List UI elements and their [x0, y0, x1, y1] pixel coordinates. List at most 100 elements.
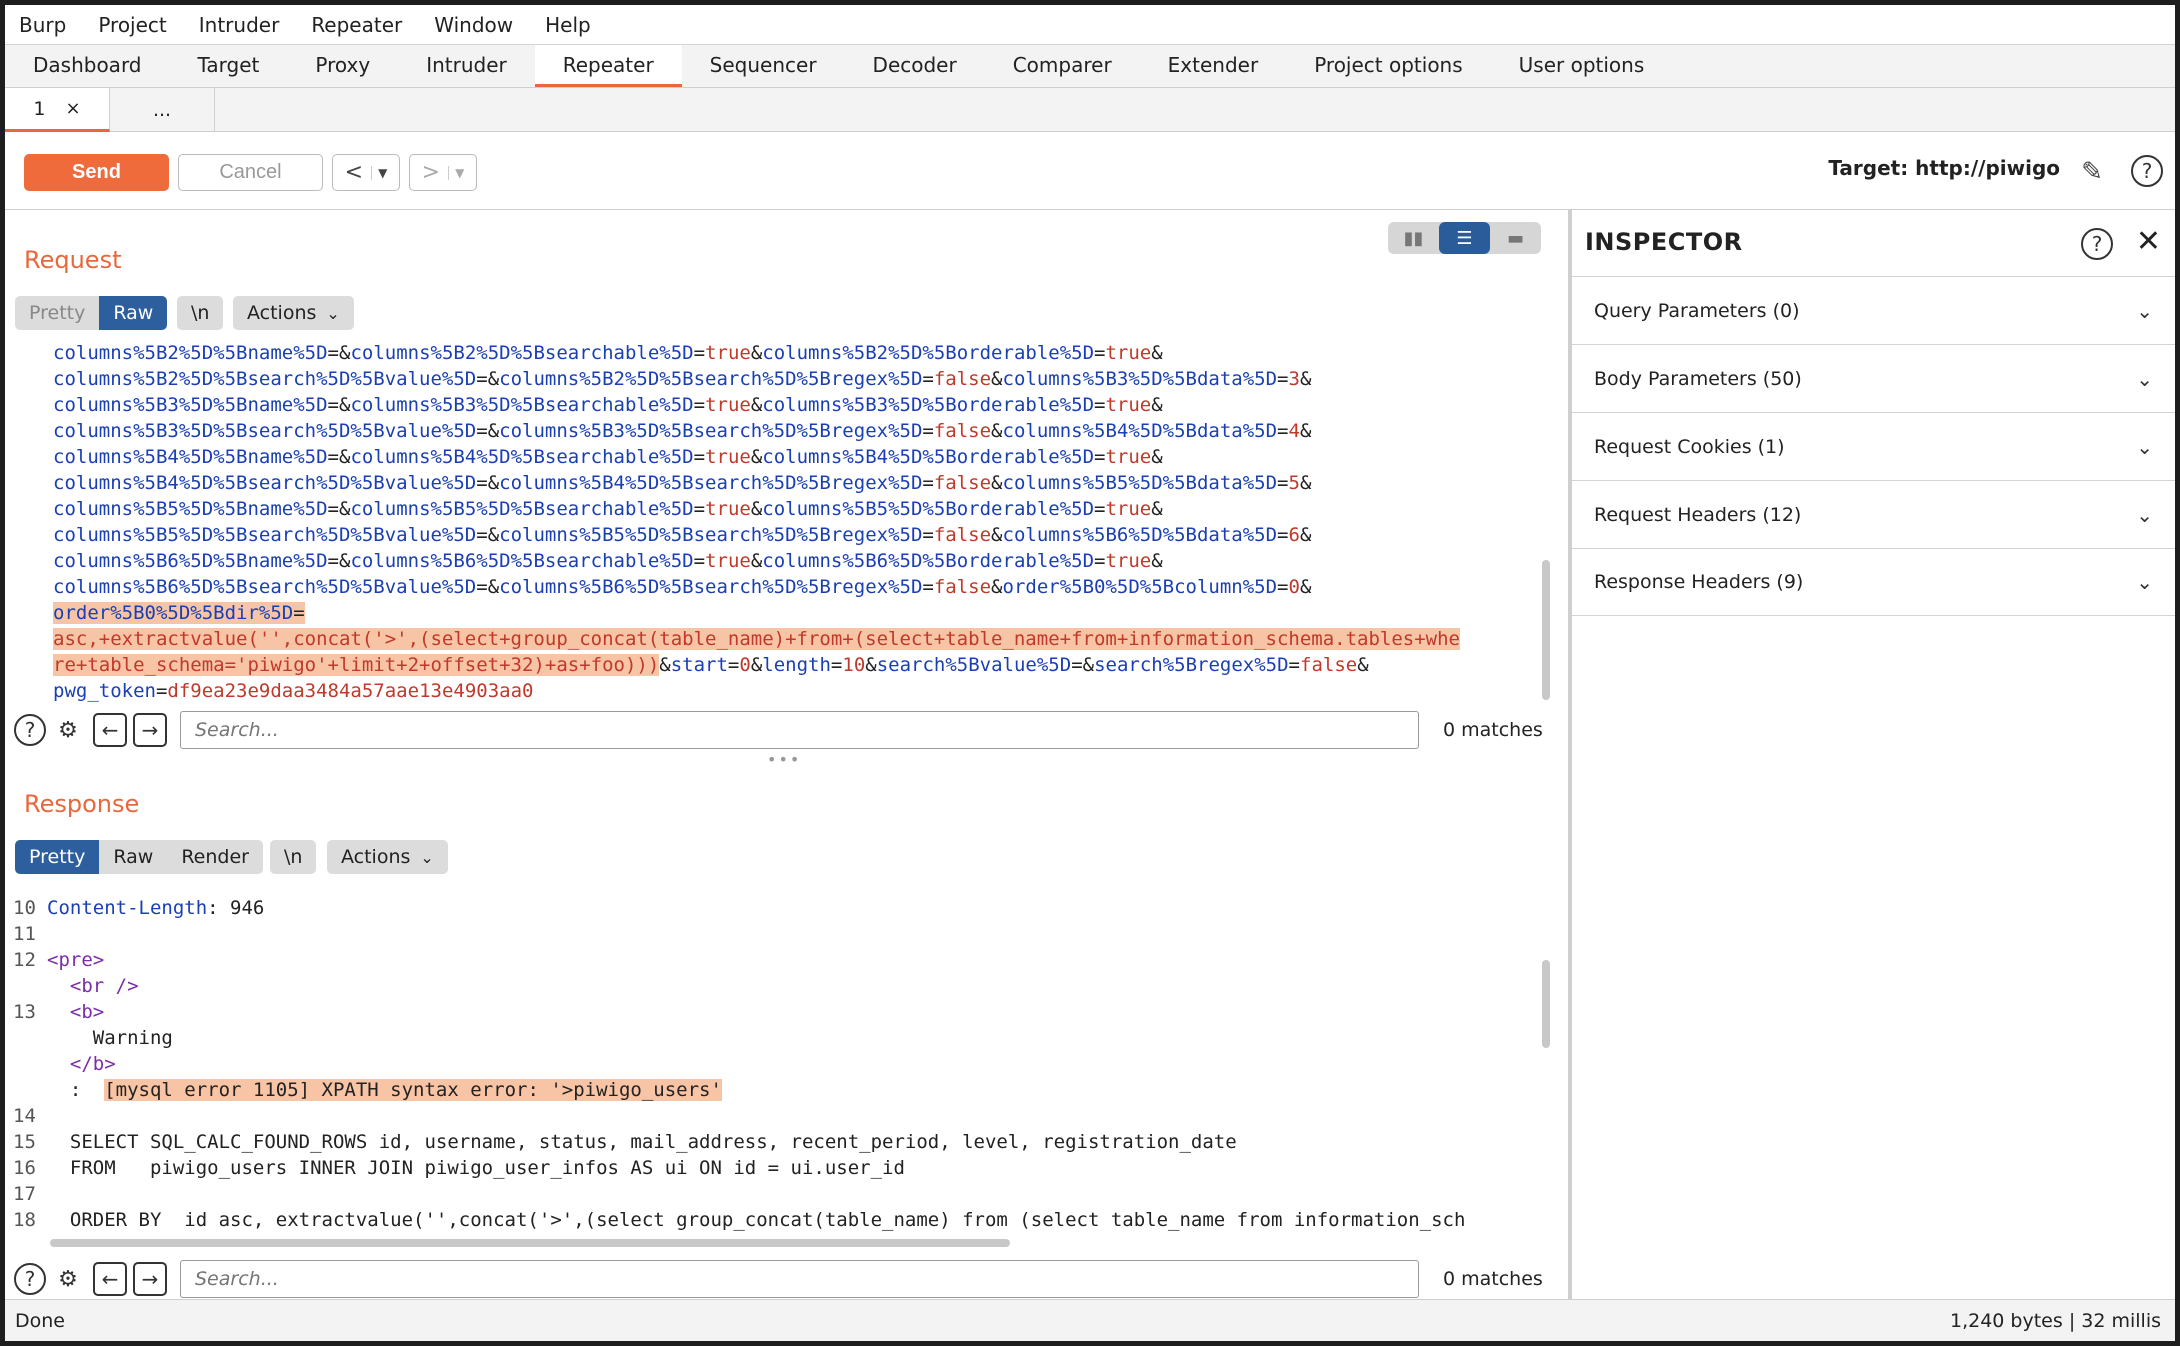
inspector-request-headers[interactable]: Request Headers (12) ⌄	[1572, 480, 2175, 548]
tab-proxy[interactable]: Proxy	[287, 45, 398, 87]
help-icon[interactable]: ?	[14, 714, 46, 746]
response-horizontal-scrollbar[interactable]	[50, 1239, 1010, 1247]
code-token: [mysql error 1105] XPATH syntax error: '…	[104, 1079, 722, 1101]
request-search-bar: ? ⚙ ← → 0 matches	[5, 706, 1568, 754]
request-line: asc,+extractvalue('',concat('>',(select+…	[5, 626, 1545, 652]
code-token: =	[830, 654, 843, 676]
request-search-input[interactable]	[180, 711, 1419, 749]
pencil-icon[interactable]: ✎	[2074, 154, 2110, 190]
layout-side-by-side-icon[interactable]: ▮▮	[1388, 222, 1439, 254]
previous-match-icon[interactable]: ←	[93, 713, 127, 747]
inspector-body-parameters[interactable]: Body Parameters (50) ⌄	[1572, 344, 2175, 412]
previous-match-icon[interactable]: ←	[93, 1262, 127, 1296]
forward-button[interactable]: > ▼	[409, 154, 477, 191]
layout-stacked-icon[interactable]: ☰	[1439, 222, 1490, 254]
code-token: true	[705, 550, 751, 572]
response-pretty-button[interactable]: Pretty	[15, 840, 100, 874]
status-text: Done	[15, 1310, 65, 1332]
code-token: false	[933, 524, 992, 546]
help-icon[interactable]: ?	[2131, 155, 2163, 187]
close-icon[interactable]: ✕	[2136, 224, 2161, 259]
code-token: &	[659, 654, 671, 676]
tab-sequencer[interactable]: Sequencer	[682, 45, 845, 87]
gear-icon[interactable]: ⚙	[52, 1263, 84, 1295]
menu-help[interactable]: Help	[545, 13, 591, 37]
code-token: =	[1277, 524, 1289, 546]
split-handle[interactable]: •••	[767, 750, 801, 769]
layout-tabs-icon[interactable]: ▬	[1490, 222, 1541, 254]
response-raw-button[interactable]: Raw	[99, 840, 168, 874]
gear-icon[interactable]: ⚙	[52, 714, 84, 746]
request-actions-button[interactable]: Actions ⌄	[233, 296, 354, 330]
request-line: pwg_token=df9ea23e9daa3484a57aae13e4903a…	[5, 678, 1545, 704]
request-line: columns%5B5%5D%5Bname%5D=&columns%5B5%5D…	[5, 496, 1545, 522]
chevron-down-icon: ⌄	[420, 847, 434, 867]
response-actions-button[interactable]: Actions ⌄	[327, 840, 448, 874]
close-icon[interactable]: ×	[66, 98, 81, 119]
tab-repeater[interactable]: Repeater	[534, 45, 682, 87]
code-token: true	[705, 394, 751, 416]
repeater-subtabs: 1 × ...	[5, 88, 2175, 132]
menu-bar: Burp Project Intruder Repeater Window He…	[5, 5, 2175, 45]
response-scrollbar[interactable]	[1542, 960, 1550, 1048]
code-token: asc,+extractvalue('',concat('>',(select+…	[53, 628, 1460, 650]
new-tab-button[interactable]: ...	[110, 88, 215, 132]
code-token: =	[1094, 394, 1106, 416]
code-token: columns%5B3%5D%5Bdata%5D	[1002, 368, 1278, 390]
tab-comparer[interactable]: Comparer	[985, 45, 1140, 87]
tab-project-options[interactable]: Project options	[1286, 45, 1490, 87]
dropdown-arrow-icon[interactable]: ▼	[371, 165, 387, 180]
next-match-icon[interactable]: →	[133, 1262, 167, 1296]
tab-user-options[interactable]: User options	[1491, 45, 1673, 87]
send-button[interactable]: Send	[24, 154, 169, 191]
tab-extender[interactable]: Extender	[1140, 45, 1287, 87]
tab-dashboard[interactable]: Dashboard	[5, 45, 170, 87]
request-line: order%5B0%5D%5Bdir%5D=	[5, 600, 1545, 626]
response-search-input[interactable]	[180, 1260, 1419, 1298]
inspector-query-parameters[interactable]: Query Parameters (0) ⌄	[1572, 276, 2175, 344]
code-token: =	[1094, 498, 1106, 520]
inspector-response-headers[interactable]: Response Headers (9) ⌄	[1572, 548, 2175, 616]
code-token: =	[922, 368, 934, 390]
code-token: SELECT SQL_CALC_FOUND_ROWS id, username,…	[47, 1131, 1237, 1153]
request-newline-toggle[interactable]: \n	[177, 296, 224, 330]
next-match-icon[interactable]: →	[133, 713, 167, 747]
request-raw-button[interactable]: Raw	[99, 296, 168, 330]
response-line: 14	[5, 1103, 1545, 1129]
request-pretty-button[interactable]: Pretty	[15, 296, 100, 330]
menu-repeater[interactable]: Repeater	[311, 13, 402, 37]
response-render-button[interactable]: Render	[167, 840, 263, 874]
repeater-tab-1[interactable]: 1 ×	[5, 88, 110, 132]
help-icon[interactable]: ?	[2081, 228, 2113, 260]
code-token: df9ea23e9daa3484a57aae13e4903aa0	[167, 680, 534, 702]
response-editor[interactable]: 10 Content-Length: 946 11 12 <pre> <br /> 13 …	[5, 895, 1545, 1237]
code-token: false	[933, 576, 992, 598]
line-number: 12	[13, 949, 36, 971]
code-token: &	[1299, 472, 1312, 494]
response-newline-toggle[interactable]: \n	[270, 840, 317, 874]
dropdown-arrow-icon[interactable]: ▼	[448, 165, 464, 180]
tab-decoder[interactable]: Decoder	[845, 45, 985, 87]
code-token: true	[705, 498, 751, 520]
menu-intruder[interactable]: Intruder	[199, 13, 280, 37]
tab-intruder[interactable]: Intruder	[398, 45, 535, 87]
cancel-button[interactable]: Cancel	[178, 154, 323, 191]
tab-target[interactable]: Target	[170, 45, 288, 87]
code-token: pwg_token	[53, 680, 156, 702]
menu-window[interactable]: Window	[434, 13, 513, 37]
chevron-down-icon: ⌄	[2136, 298, 2153, 323]
code-token: &	[1151, 550, 1163, 572]
code-token: &	[1151, 342, 1163, 364]
line-number: 18	[13, 1209, 36, 1231]
code-token: columns%5B2%5D%5Bsearch%5D%5Bvalue%5D	[53, 368, 477, 390]
help-icon[interactable]: ?	[14, 1263, 46, 1295]
code-token: columns%5B3%5D%5Borderable%5D	[762, 394, 1095, 416]
code-token: true	[1105, 550, 1152, 572]
response-line: 12 <pre>	[5, 947, 1545, 973]
back-button[interactable]: < ▼	[332, 154, 400, 191]
request-scrollbar[interactable]	[1542, 560, 1550, 700]
menu-burp[interactable]: Burp	[19, 13, 66, 37]
menu-project[interactable]: Project	[98, 13, 166, 37]
inspector-request-cookies[interactable]: Request Cookies (1) ⌄	[1572, 412, 2175, 480]
request-editor[interactable]: columns%5B2%5D%5Bname%5D=&columns%5B2%5D…	[5, 340, 1545, 705]
